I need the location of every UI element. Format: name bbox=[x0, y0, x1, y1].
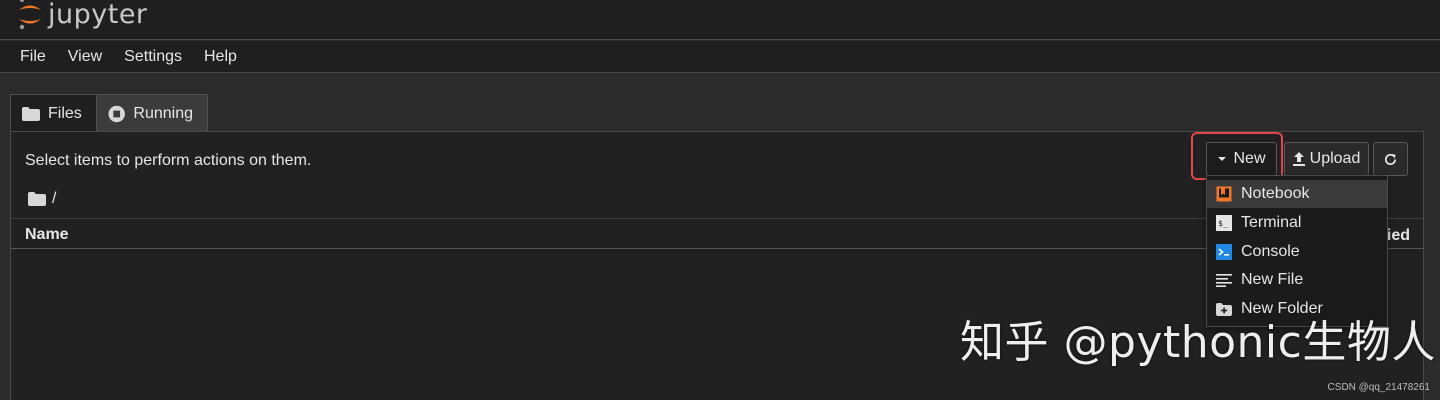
new-button-highlight bbox=[1191, 132, 1283, 180]
jupyter-logo[interactable]: jupyter bbox=[16, 0, 148, 34]
console-icon bbox=[1215, 243, 1233, 261]
credit-text: CSDN @qq_21478261 bbox=[1327, 382, 1430, 393]
menu-settings[interactable]: Settings bbox=[113, 48, 193, 66]
breadcrumb[interactable]: / bbox=[28, 190, 56, 208]
folder-icon bbox=[28, 192, 46, 206]
terminal-icon: $_ bbox=[1215, 214, 1233, 232]
menu-item-label: Console bbox=[1241, 243, 1300, 260]
menu-item-terminal[interactable]: $_ Terminal bbox=[1207, 209, 1387, 237]
tab-files-label: Files bbox=[48, 104, 82, 122]
folder-icon bbox=[22, 106, 40, 121]
column-header-last-modified[interactable]: ied bbox=[1387, 227, 1410, 245]
menu-file[interactable]: File bbox=[9, 48, 57, 66]
refresh-button[interactable] bbox=[1373, 142, 1408, 176]
tab-running-label: Running bbox=[133, 104, 193, 122]
menu-item-notebook[interactable]: Notebook bbox=[1207, 180, 1387, 208]
tab-running[interactable]: Running bbox=[96, 94, 208, 132]
watermark-text: 知乎 @pythonic生物人 bbox=[960, 317, 1436, 368]
menu-bar: File View Settings Help bbox=[0, 41, 1440, 73]
upload-button-label: Upload bbox=[1309, 150, 1361, 167]
refresh-icon bbox=[1385, 153, 1397, 165]
upload-icon bbox=[1292, 152, 1305, 166]
selection-hint: Select items to perform actions on them. bbox=[25, 152, 312, 169]
svg-text:$_: $_ bbox=[1218, 219, 1228, 228]
stop-circle-icon bbox=[108, 105, 125, 122]
text-file-icon bbox=[1215, 271, 1233, 289]
menu-item-new-file[interactable]: New File bbox=[1207, 266, 1387, 294]
menu-help[interactable]: Help bbox=[193, 48, 248, 66]
menu-item-label: Notebook bbox=[1241, 185, 1310, 202]
menu-view[interactable]: View bbox=[57, 48, 113, 66]
notebook-icon bbox=[1215, 185, 1233, 203]
top-bar: jupyter bbox=[0, 0, 1440, 40]
breadcrumb-path: / bbox=[52, 190, 57, 207]
menu-item-label: Terminal bbox=[1241, 214, 1302, 231]
new-dropdown-menu: Notebook $_ Terminal Console New File Ne… bbox=[1206, 175, 1388, 327]
jupyter-logo-icon bbox=[16, 0, 44, 31]
menu-item-label: New File bbox=[1241, 271, 1304, 288]
tab-bar: Files Running bbox=[10, 94, 208, 132]
menu-item-console[interactable]: Console bbox=[1207, 238, 1387, 266]
logo-text: jupyter bbox=[48, 0, 148, 30]
tab-files[interactable]: Files bbox=[10, 94, 97, 132]
column-header-name[interactable]: Name bbox=[25, 226, 69, 244]
upload-button[interactable]: Upload bbox=[1284, 142, 1369, 176]
